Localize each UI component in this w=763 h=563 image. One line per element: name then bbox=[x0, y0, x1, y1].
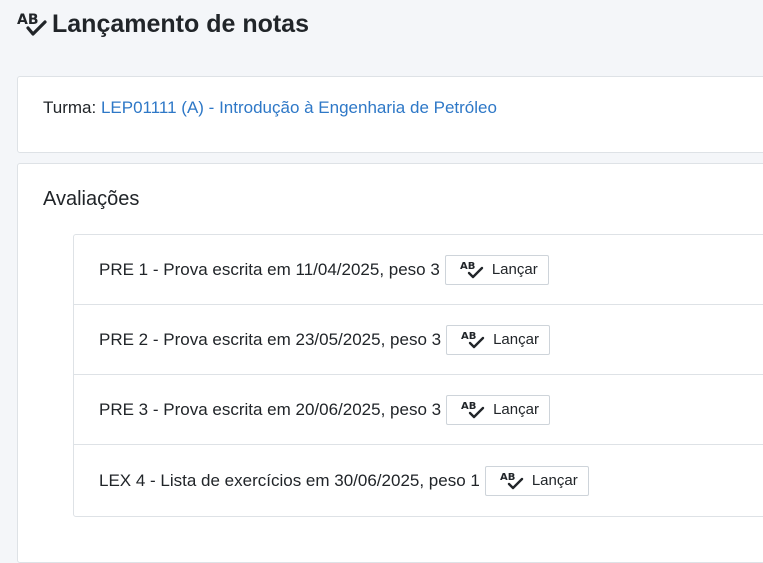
spellcheck-icon: AB bbox=[460, 259, 484, 281]
turma-line: Turma: LEP01111 (A) - Introdução à Engen… bbox=[43, 98, 497, 118]
page-title: Lançamento de notas bbox=[52, 9, 309, 38]
avaliacao-text: LEX 4 - Lista de exercícios em 30/06/202… bbox=[99, 470, 480, 490]
spellcheck-icon: AB bbox=[500, 470, 524, 492]
avaliacoes-title: Avaliações bbox=[43, 188, 140, 210]
page-header: AB Lançamento de notas bbox=[16, 6, 309, 42]
svg-text:AB: AB bbox=[17, 12, 39, 28]
svg-text:AB: AB bbox=[461, 331, 476, 342]
lancar-button[interactable]: AB Lançar bbox=[446, 394, 550, 425]
turma-label: Turma: bbox=[43, 98, 97, 117]
spellcheck-icon: AB bbox=[461, 329, 485, 351]
list-item: LEX 4 - Lista de exercícios em 30/06/202… bbox=[74, 445, 763, 516]
lancar-button-label: Lançar bbox=[531, 472, 578, 489]
list-item: PRE 2 - Prova escrita em 23/05/2025, pes… bbox=[74, 305, 763, 375]
avaliacao-text: PRE 3 - Prova escrita em 20/06/2025, pes… bbox=[99, 399, 442, 419]
lancar-button[interactable]: AB Lançar bbox=[484, 465, 589, 496]
lancar-button[interactable]: AB Lançar bbox=[446, 324, 550, 355]
lancar-button[interactable]: AB Lançar bbox=[444, 254, 549, 285]
avaliacoes-card: Avaliações PRE 1 - Prova escrita em 11/0… bbox=[17, 163, 763, 563]
avaliacao-text: PRE 1 - Prova escrita em 11/04/2025, pes… bbox=[99, 259, 440, 279]
list-item: PRE 3 - Prova escrita em 20/06/2025, pes… bbox=[74, 375, 763, 445]
svg-text:AB: AB bbox=[500, 472, 515, 483]
svg-text:AB: AB bbox=[461, 401, 476, 412]
spellcheck-icon: AB bbox=[461, 399, 485, 421]
avaliacoes-list: PRE 1 - Prova escrita em 11/04/2025, pes… bbox=[73, 234, 763, 517]
list-item: PRE 1 - Prova escrita em 11/04/2025, pes… bbox=[74, 235, 763, 305]
lancar-button-label: Lançar bbox=[493, 331, 539, 348]
turma-link[interactable]: LEP01111 (A) - Introdução à Engenharia d… bbox=[101, 98, 497, 117]
lancar-button-label: Lançar bbox=[493, 401, 539, 418]
avaliacao-text: PRE 2 - Prova escrita em 23/05/2025, pes… bbox=[99, 329, 442, 349]
svg-text:AB: AB bbox=[460, 261, 475, 272]
turma-card: Turma: LEP01111 (A) - Introdução à Engen… bbox=[17, 76, 763, 153]
lancar-button-label: Lançar bbox=[491, 261, 538, 278]
spellcheck-icon: AB bbox=[16, 8, 48, 40]
